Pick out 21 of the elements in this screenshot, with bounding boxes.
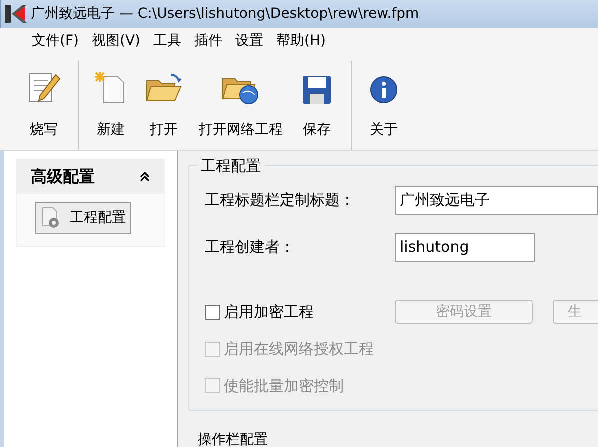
toolbar-button[interactable]: 关于	[358, 61, 410, 145]
menu-item[interactable]: 插件	[192, 31, 224, 52]
toolbar-button[interactable]: 打开	[137, 61, 191, 145]
toolbar-button[interactable]: 保存	[291, 61, 343, 145]
field-label: 工程创建者：	[205, 237, 296, 258]
toolbar-button[interactable]: 打开网络工程	[191, 61, 291, 145]
toolbar-button[interactable]: 新建	[85, 61, 137, 145]
window-title: 广州致远电子 — C:\Users\lishutong\Desktop\rew\rew.fpm	[31, 4, 420, 24]
checkbox[interactable]: 启用加密工程	[205, 300, 395, 324]
field-label: 工程标题栏定制标题：	[205, 190, 356, 212]
toolbar-button[interactable]: 烧写	[18, 61, 70, 145]
menu-item[interactable]: 视图(V)	[90, 31, 142, 52]
text-field[interactable]: lishutong	[395, 233, 535, 262]
text-field[interactable]: 广州致远电子	[395, 186, 598, 215]
menu-item[interactable]: 工具	[152, 31, 184, 52]
sidebar-item[interactable]: 工程配置	[35, 202, 131, 234]
menu-item[interactable]: 文件(F)	[30, 31, 81, 52]
menu-item[interactable]: 设置	[234, 31, 266, 52]
sidebar-title: 高级配置	[31, 166, 95, 188]
menu-item[interactable]: 帮助(H)	[274, 31, 328, 52]
section-title: 操作栏配置	[198, 433, 269, 447]
